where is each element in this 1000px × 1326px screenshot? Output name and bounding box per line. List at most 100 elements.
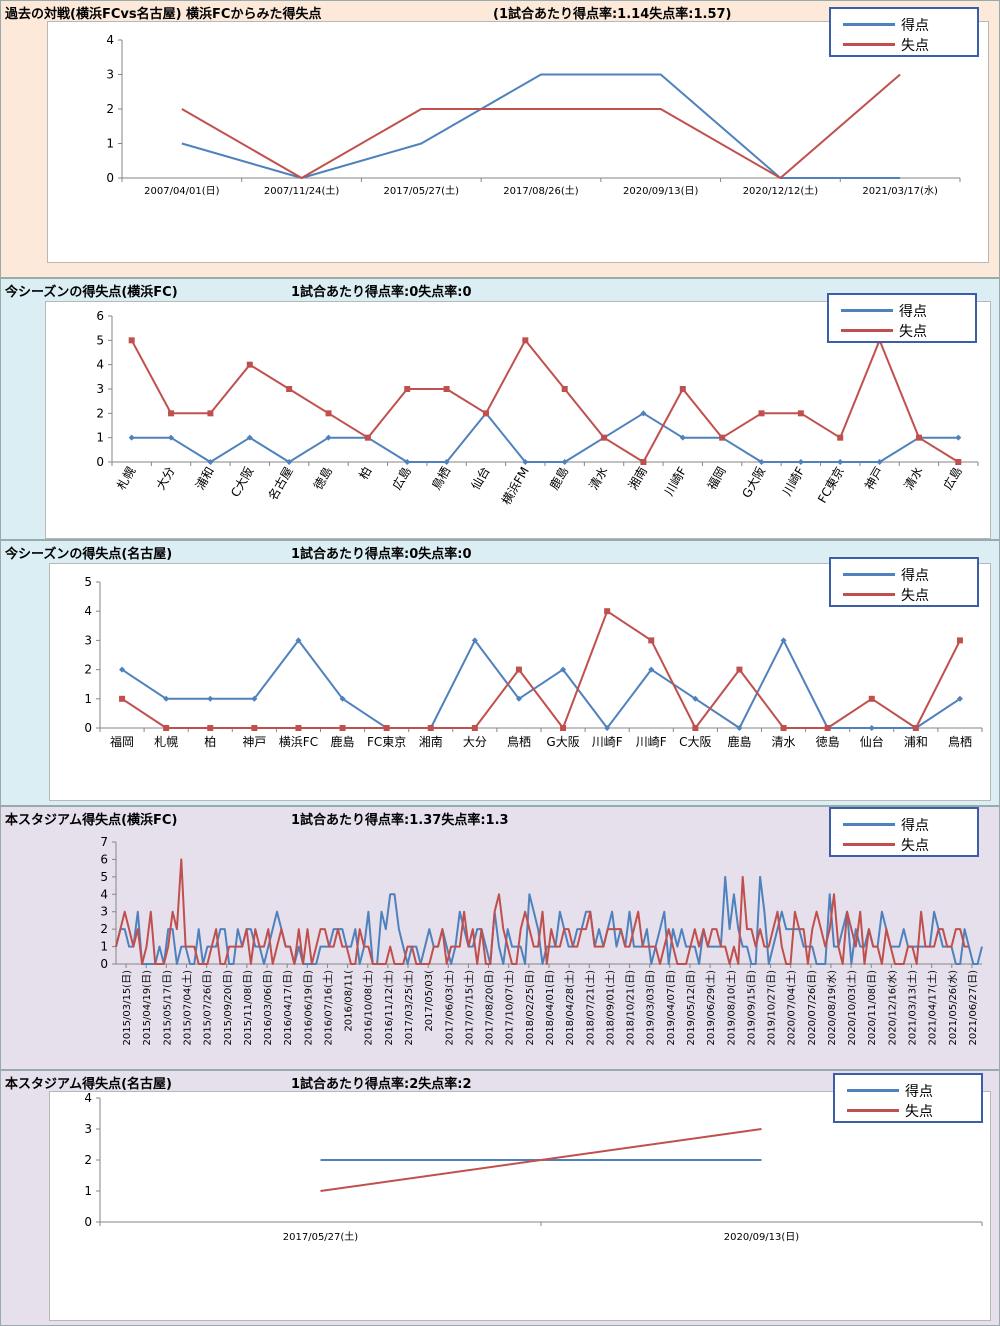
section-stadium-yokohama: 本スタジアム得失点(横浜FC) 1試合あたり得点率:1.37失点率:1.3 0 1… [0, 806, 1000, 1070]
x-tick-label: 2015/03/15(日) [122, 970, 133, 1046]
data-point-concede [163, 725, 170, 731]
x-tick-label: 仙台 [468, 464, 493, 492]
x-tick-label: C大阪 [228, 465, 256, 500]
data-point-concede [364, 434, 371, 441]
y-tick-label: 6 [100, 852, 108, 866]
data-point-score [868, 725, 875, 731]
x-tick-label: 2018/04/28(土) [563, 970, 576, 1046]
y-tick-label: 1 [84, 1184, 92, 1198]
x-tick-label: 2019/09/15(日) [746, 970, 757, 1046]
y-tick-label: 1 [100, 940, 108, 954]
x-tick-label: 清水 [901, 465, 925, 493]
x-tick-label: 2016/11/12(土) [382, 970, 395, 1046]
legend-label-score: 得点 [901, 18, 929, 34]
x-tick-label: 大分 [463, 735, 487, 749]
legend-item-score: 得点 [835, 1080, 981, 1100]
y-tick-label: 3 [100, 905, 108, 919]
x-tick-label: 2019/04/07(日) [666, 970, 677, 1046]
y-tick-label: 5 [84, 575, 92, 589]
data-point-concede [912, 725, 919, 731]
data-point-score [955, 434, 962, 441]
x-tick-label: 2018/07/21(土) [583, 970, 596, 1046]
x-tick-label: 2020/07/26(日) [807, 970, 818, 1046]
x-tick-label: 札幌 [113, 464, 138, 492]
y-tick-label: 5 [100, 870, 108, 884]
x-tick-label: G大阪 [546, 735, 579, 749]
x-tick-label: 2020/08/19(水) [826, 970, 838, 1046]
x-tick-label: 2016/07/16(土) [321, 970, 334, 1046]
x-tick-label: 鳥栖 [948, 734, 972, 749]
y-tick-label: 3 [106, 68, 114, 82]
x-tick-label: 神戸 [862, 465, 886, 493]
y-tick-label: 1 [106, 137, 114, 151]
data-point-concede [404, 386, 411, 392]
x-tick-label: 2020/12/16(水) [886, 970, 898, 1046]
x-tick-label: 2015/04/19(日) [142, 970, 153, 1046]
y-tick-label: 2 [106, 102, 114, 116]
data-point-concede [128, 337, 135, 344]
x-tick-label: 札幌 [154, 734, 178, 749]
x-tick-label: 大分 [154, 465, 178, 493]
legend-label-concede: 失点 [899, 324, 927, 340]
x-tick-label: 湘南 [419, 734, 443, 749]
y-tick-label: 4 [84, 1092, 92, 1105]
data-point-concede [515, 666, 522, 673]
legend: 得点 失点 [829, 807, 979, 857]
data-point-concede [915, 434, 922, 441]
x-tick-label: 2016/10/08(土) [362, 970, 375, 1046]
data-point-concede [692, 725, 699, 731]
section-rate: (1試合あたり得点率:1.14失点率:1.57) [493, 7, 732, 22]
series-line-concede [121, 610, 961, 729]
chart-box: 0 1 2 3 4 2007/04/01(日) 2007/11/24(土) 2017/05/2… [47, 21, 989, 263]
y-tick-label: 6 [96, 309, 104, 323]
x-tick-label: 清水 [772, 735, 796, 749]
legend-line-concede [843, 843, 895, 846]
legend-line-score [843, 23, 895, 26]
x-tick-label: 横浜FC [279, 735, 318, 749]
x-tick-label: 福岡 [110, 734, 134, 749]
data-point-concede [251, 725, 258, 731]
x-tick-label: 川崎F [592, 735, 623, 749]
data-point-concede [427, 725, 434, 731]
y-tick-label: 3 [96, 382, 104, 396]
x-tick-label: 川崎F [662, 464, 690, 498]
x-tick-label: 鹿島 [727, 734, 751, 749]
x-tick-label: 2021/04/17(土) [926, 970, 939, 1046]
x-tick-label: 2020/11/08(日) [867, 970, 878, 1046]
x-tick-label: 2016/06/19(日) [303, 970, 314, 1046]
x-tick-label: 2020/12/12(土) [743, 184, 819, 197]
x-tick-label: 2020/07/04(土) [785, 970, 798, 1046]
x-tick-label: 清水 [587, 465, 611, 493]
x-tick-label: 2017/05/03( [424, 970, 435, 1032]
x-tick-label: 2017/08/26(土) [503, 184, 579, 197]
series-line-concede [130, 339, 959, 463]
legend-item-concede: 失点 [831, 34, 977, 54]
x-tick-label: 2015/07/04(土) [180, 970, 193, 1046]
data-point-concede [758, 410, 765, 417]
legend-label-concede: 失点 [901, 838, 929, 854]
section-title: 本スタジアム得失点(横浜FC) [5, 813, 178, 828]
data-point-concede [295, 725, 302, 731]
x-tick-label: 2018/02/25(日) [525, 970, 536, 1046]
data-point-concede [648, 637, 655, 644]
x-tick-label: 2018/04/01(日) [545, 970, 556, 1046]
data-point-concede [601, 434, 608, 441]
legend-line-concede [843, 593, 895, 596]
data-point-concede [956, 637, 963, 644]
x-tick-label: 川崎F [780, 464, 808, 498]
data-point-concede [246, 361, 253, 368]
y-tick-label: 4 [100, 887, 108, 901]
legend-line-score [843, 573, 895, 576]
legend-label-concede: 失点 [901, 38, 929, 54]
section-title: 今シーズンの得失点(横浜FC) [5, 285, 178, 300]
x-tick-label: 浦和 [193, 465, 217, 493]
x-tick-label: FC東京 [367, 735, 406, 749]
chart-box: 0 1 2 3 4 2017/05/27(土) 2020/09/13(日) [49, 1091, 991, 1321]
legend-item-concede: 失点 [831, 834, 977, 854]
data-point-concede [955, 459, 962, 465]
y-tick-label: 3 [84, 633, 92, 647]
x-tick-label: 2017/03/25(土) [402, 970, 415, 1046]
x-tick-label: 広島 [389, 464, 414, 492]
x-tick-label: 2019/03/03(日) [646, 970, 657, 1046]
section-stadium-nagoya: 本スタジアム得失点(名古屋) 1試合あたり得点率:2失点率:2 0 1 2 3 4 201… [0, 1070, 1000, 1326]
